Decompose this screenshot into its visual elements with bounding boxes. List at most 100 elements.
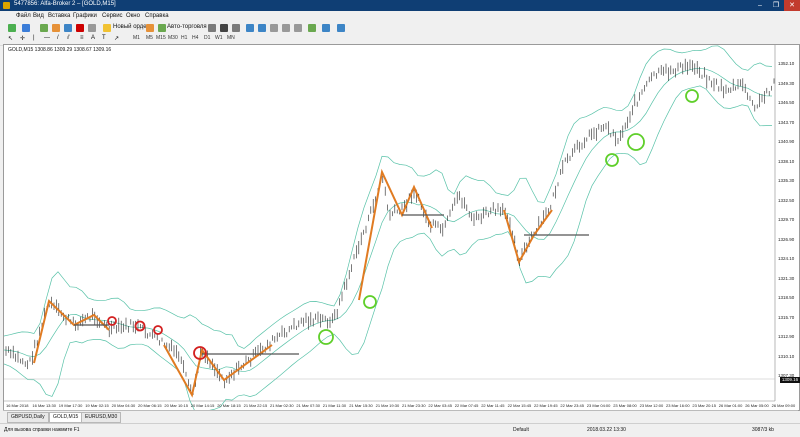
price-tick-label: 1315.70: [778, 314, 795, 320]
time-tick-label: 20 Mar 06:15: [138, 403, 162, 408]
time-tick-label: 22 Mar 19:45: [534, 403, 558, 408]
indicators-icon[interactable]: [308, 24, 316, 32]
tf-m1[interactable]: M1: [133, 35, 140, 41]
autotrading-icon[interactable]: [158, 24, 166, 32]
channel-icon[interactable]: ⫽: [67, 35, 70, 42]
text-icon[interactable]: A: [91, 35, 95, 41]
market-watch-icon[interactable]: [40, 24, 48, 32]
tf-m5[interactable]: M5: [146, 35, 153, 41]
chart-shift-icon[interactable]: [294, 24, 302, 32]
new-chart-icon[interactable]: [8, 24, 16, 32]
strategy-tester-icon[interactable]: [88, 24, 96, 32]
zigzag-line: [33, 299, 110, 364]
green-signal-circle: [363, 295, 377, 309]
time-tick-label: 21 Mar 23:30: [402, 403, 426, 408]
tab-gold-m15[interactable]: GOLD,M15: [49, 412, 83, 423]
title-bar: 5477856: Alfa-Broker 2 – [GOLD,M15] – ❐ …: [0, 0, 800, 11]
time-tick-label: 23 Mar 04:00: [586, 403, 611, 408]
price-tick-label: 1349.30: [778, 80, 795, 86]
price-tick-label: 1352.10: [778, 61, 795, 66]
time-tick-label: 21 Mar 15:30: [349, 403, 373, 408]
data-window-icon[interactable]: [52, 24, 60, 32]
time-tick-label: 26 Mar 09:00: [771, 403, 796, 408]
green-signal-circle: [605, 153, 619, 167]
templates-icon[interactable]: [337, 24, 345, 32]
upper-band-line: [4, 45, 773, 349]
bar-chart-icon[interactable]: [208, 24, 216, 32]
time-tick-label: 16 Mar 13:30: [32, 403, 56, 408]
tf-m30[interactable]: M30: [168, 35, 178, 41]
vertical-line-icon[interactable]: |: [33, 35, 35, 41]
tf-d1[interactable]: D1: [204, 35, 210, 41]
status-datetime: 2018.03.22 13:30: [587, 427, 626, 433]
chart-tabs: GBPUSD,Daily GOLD,M15 EURUSD,M30: [3, 410, 798, 423]
menu-help[interactable]: Справка: [145, 13, 169, 19]
tf-h4[interactable]: H4: [192, 35, 198, 41]
time-tick-label: 22 Mar 07:45: [454, 403, 479, 408]
menu-file[interactable]: Файл: [16, 13, 31, 19]
terminal-icon[interactable]: [76, 24, 84, 32]
time-tick-label: 21 Mar 19:30: [375, 403, 400, 408]
status-profile: Default: [513, 427, 529, 433]
green-signal-circle: [685, 89, 699, 103]
autotrading-button[interactable]: Авто-торговля: [167, 24, 207, 30]
cursor-icon[interactable]: ↖: [8, 35, 13, 42]
price-tick-label: 1329.70: [778, 217, 795, 222]
new-order-icon[interactable]: [103, 24, 111, 32]
menu-tools[interactable]: Сервис: [102, 13, 123, 19]
arrows-icon[interactable]: ↗: [114, 35, 119, 42]
price-tick-label: 1338.10: [778, 158, 795, 164]
profiles-icon[interactable]: [22, 24, 30, 32]
time-tick-label: 19 Mar 02:15: [85, 403, 109, 408]
metaeditor-icon[interactable]: [146, 24, 154, 32]
time-tick-label: 20 Mar 04:30: [111, 403, 136, 408]
price-tick-label: 1335.30: [778, 178, 795, 183]
line-chart-icon[interactable]: [232, 24, 240, 32]
tf-h1[interactable]: H1: [181, 35, 187, 41]
zoom-in-icon[interactable]: [246, 24, 254, 32]
tf-w1[interactable]: W1: [215, 35, 223, 41]
tf-m15[interactable]: M15: [156, 35, 166, 41]
chart-window[interactable]: GOLD,M15 1308.86 1309.29 1308.67 1309.16…: [3, 44, 800, 411]
time-tick-label: 21 Mar 02:30: [270, 403, 294, 408]
crosshair-icon[interactable]: ✛: [20, 35, 25, 42]
time-tick-label: 20 Mar 10:15: [164, 403, 188, 408]
price-tick-label: 1332.50: [778, 197, 795, 203]
price-tick-label: 1340.90: [778, 139, 795, 144]
middle-band-line: [4, 67, 773, 373]
window-title: 5477856: Alfa-Broker 2 – [GOLD,M15]: [14, 1, 116, 7]
time-tick-label: 20 Mar 14:15: [190, 403, 215, 408]
tf-mn[interactable]: MN: [227, 35, 235, 41]
candlestick-icon[interactable]: [220, 24, 228, 32]
horizontal-line-icon[interactable]: —: [44, 35, 50, 41]
tile-windows-icon[interactable]: [270, 24, 278, 32]
time-tick-label: 16 Mar 2018: [6, 403, 29, 408]
new-order-button[interactable]: Новый ордер: [113, 24, 150, 30]
time-tick-label: 23 Mar 12:00: [639, 403, 664, 408]
close-button[interactable]: ✕: [784, 0, 800, 11]
menu-charts[interactable]: Графики: [73, 13, 97, 19]
navigator-icon[interactable]: [64, 24, 72, 32]
zigzag-line: [503, 209, 553, 265]
maximize-button[interactable]: ❐: [768, 0, 784, 11]
price-chart[interactable]: [4, 45, 799, 410]
zoom-out-icon[interactable]: [258, 24, 266, 32]
status-help: Для вызова справки нажмите F1: [4, 427, 80, 433]
red-signal-circle: [134, 320, 146, 332]
trendline-icon[interactable]: /: [57, 35, 59, 41]
fibonacci-icon[interactable]: ≡: [80, 35, 84, 41]
tab-eurusd-m30[interactable]: EURUSD,M30: [81, 412, 122, 423]
price-tick-label: 1312.90: [778, 334, 795, 339]
menu-window[interactable]: Окно: [126, 13, 140, 19]
time-tick-label: 23 Mar 20:15: [692, 403, 716, 408]
periods-icon[interactable]: [322, 24, 330, 32]
autoscroll-icon[interactable]: [282, 24, 290, 32]
menu-insert[interactable]: Вставка: [48, 13, 70, 19]
tab-gbpusd-daily[interactable]: GBPUSD,Daily: [7, 412, 49, 423]
time-tick-label: 22 Mar 23:45: [560, 403, 584, 408]
minimize-button[interactable]: –: [752, 0, 768, 11]
green-signal-circle: [627, 133, 645, 151]
menu-view[interactable]: Вид: [33, 13, 44, 19]
label-icon[interactable]: T: [102, 35, 106, 41]
price-tick-label: 1346.50: [778, 100, 795, 105]
